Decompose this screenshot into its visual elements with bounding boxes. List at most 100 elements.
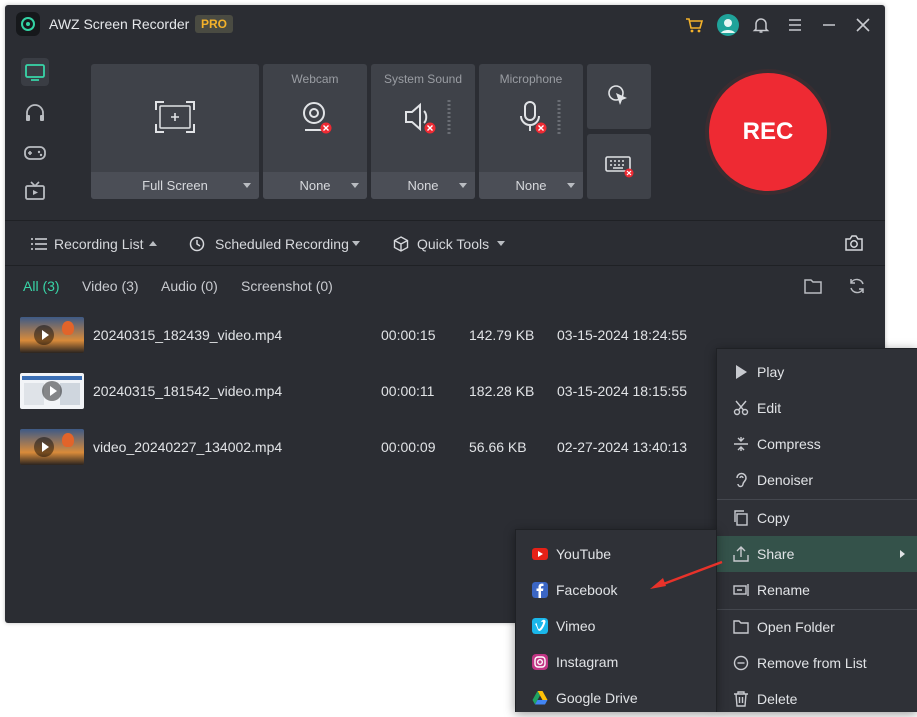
file-name: 20240315_182439_video.mp4 <box>93 327 283 343</box>
screen-source-tile[interactable]: Full Screen <box>91 64 259 199</box>
microphone-icon <box>520 101 547 134</box>
menu-item-remove-from-list[interactable]: Remove from List <box>717 645 917 681</box>
title-bar: AWZ Screen Recorder PRO <box>5 5 885 45</box>
duration: 00:00:09 <box>381 439 436 455</box>
tv-icon <box>25 181 45 200</box>
close-icon[interactable] <box>854 16 872 34</box>
instagram-icon <box>532 654 548 670</box>
screen-area-select[interactable]: Full Screen <box>91 172 259 199</box>
scissors-icon <box>733 400 749 416</box>
menu-item-play[interactable]: Play <box>717 354 917 390</box>
microphone-source-tile[interactable]: Microphone None <box>479 64 583 199</box>
date: 03-15-2024 18:15:55 <box>557 383 687 399</box>
file-size: 182.28 KB <box>469 383 535 399</box>
chevron-right-icon <box>900 550 905 558</box>
mode-game-button[interactable] <box>21 138 49 166</box>
file-size: 142.79 KB <box>469 327 535 343</box>
scheduled-recording-label: Scheduled Recording <box>215 236 349 252</box>
file-size: 56.66 KB <box>469 439 527 455</box>
menu-item-rename[interactable]: Rename <box>717 572 917 608</box>
webcam-select[interactable]: None <box>263 172 367 199</box>
ear-icon <box>736 472 747 488</box>
video-thumbnail <box>20 429 84 465</box>
context-menu: Play Edit Compress Denoiser Copy Share R… <box>716 348 917 712</box>
webcam-source-tile[interactable]: Webcam None <box>263 64 367 199</box>
cart-icon[interactable] <box>685 16 703 34</box>
divider <box>5 220 885 221</box>
gamepad-icon <box>24 146 46 160</box>
compress-icon <box>734 437 748 451</box>
list-icon <box>31 238 47 250</box>
play-icon <box>736 365 747 379</box>
menu-item-delete[interactable]: Delete <box>717 681 917 717</box>
camera-icon[interactable] <box>845 235 863 251</box>
copy-icon <box>734 510 748 526</box>
file-name: video_20240227_134002.mp4 <box>93 439 283 455</box>
chevron-down-icon <box>352 241 360 246</box>
fullscreen-icon <box>155 101 195 133</box>
screen-area-value: Full Screen <box>142 178 208 193</box>
avatar[interactable] <box>716 13 740 37</box>
keyboard-icon <box>605 156 634 178</box>
hamburger-menu-icon[interactable] <box>786 16 804 34</box>
chevron-down-icon <box>459 183 467 188</box>
balloon-graphic <box>62 321 74 335</box>
chevron-down-icon <box>567 183 575 188</box>
recording-list-label: Recording List <box>54 236 144 252</box>
system-sound-label: System Sound <box>383 72 463 86</box>
menu-item-open-folder[interactable]: Open Folder <box>717 609 917 645</box>
remove-icon <box>733 655 749 671</box>
chevron-down-icon <box>497 241 505 246</box>
webcam-icon <box>303 102 332 134</box>
mode-tv-button[interactable] <box>21 177 49 205</box>
rec-button[interactable]: REC <box>709 73 827 191</box>
keystroke-button[interactable] <box>587 134 651 199</box>
bell-icon[interactable] <box>752 16 770 34</box>
headphones-icon <box>26 104 44 121</box>
mode-audio-button[interactable] <box>21 99 49 127</box>
minimize-icon[interactable] <box>820 16 838 34</box>
webcam-label: Webcam <box>291 72 339 86</box>
microphone-select[interactable]: None <box>479 172 583 199</box>
clock-icon <box>189 236 205 252</box>
share-instagram[interactable]: Instagram <box>516 644 716 680</box>
refresh-icon[interactable] <box>848 277 866 295</box>
cursor-click-icon <box>608 85 627 105</box>
chevron-up-icon <box>149 241 157 246</box>
menu-item-compress[interactable]: Compress <box>717 426 917 462</box>
tab-video[interactable]: Video (3) <box>82 278 139 294</box>
cursor-effects-button[interactable] <box>587 64 651 129</box>
duration: 00:00:11 <box>381 383 435 399</box>
youtube-icon <box>532 548 548 560</box>
tab-audio[interactable]: Audio (0) <box>161 278 218 294</box>
share-vimeo[interactable]: Vimeo <box>516 608 716 644</box>
mode-screen-button[interactable] <box>21 58 49 86</box>
play-icon <box>34 437 54 457</box>
video-thumbnail <box>20 317 84 353</box>
speaker-icon <box>405 102 436 134</box>
menu-item-denoiser[interactable]: Denoiser <box>717 462 917 498</box>
menu-item-share[interactable]: Share <box>717 536 917 572</box>
play-icon <box>42 381 62 401</box>
system-sound-select[interactable]: None <box>371 172 475 199</box>
microphone-label: Microphone <box>499 72 563 86</box>
menu-item-edit[interactable]: Edit <box>717 390 917 426</box>
folder-icon <box>733 620 749 634</box>
vimeo-icon <box>532 618 548 634</box>
system-sound-source-tile[interactable]: System Sound None <box>371 64 475 199</box>
quick-tools-label: Quick Tools <box>417 236 490 252</box>
menu-item-copy[interactable]: Copy <box>717 500 917 536</box>
tab-all[interactable]: All (3) <box>23 278 60 294</box>
play-icon <box>34 325 54 345</box>
video-thumbnail <box>20 373 84 409</box>
monitor-icon <box>25 64 45 81</box>
pro-badge: PRO <box>195 15 233 33</box>
google-drive-icon <box>532 691 548 705</box>
folder-icon[interactable] <box>804 278 822 294</box>
chevron-down-icon <box>351 183 359 188</box>
app-logo-icon <box>16 12 40 36</box>
trash-icon <box>734 691 748 707</box>
tab-screenshot[interactable]: Screenshot (0) <box>241 278 333 294</box>
volume-meter <box>447 100 451 136</box>
duration: 00:00:15 <box>381 327 436 343</box>
